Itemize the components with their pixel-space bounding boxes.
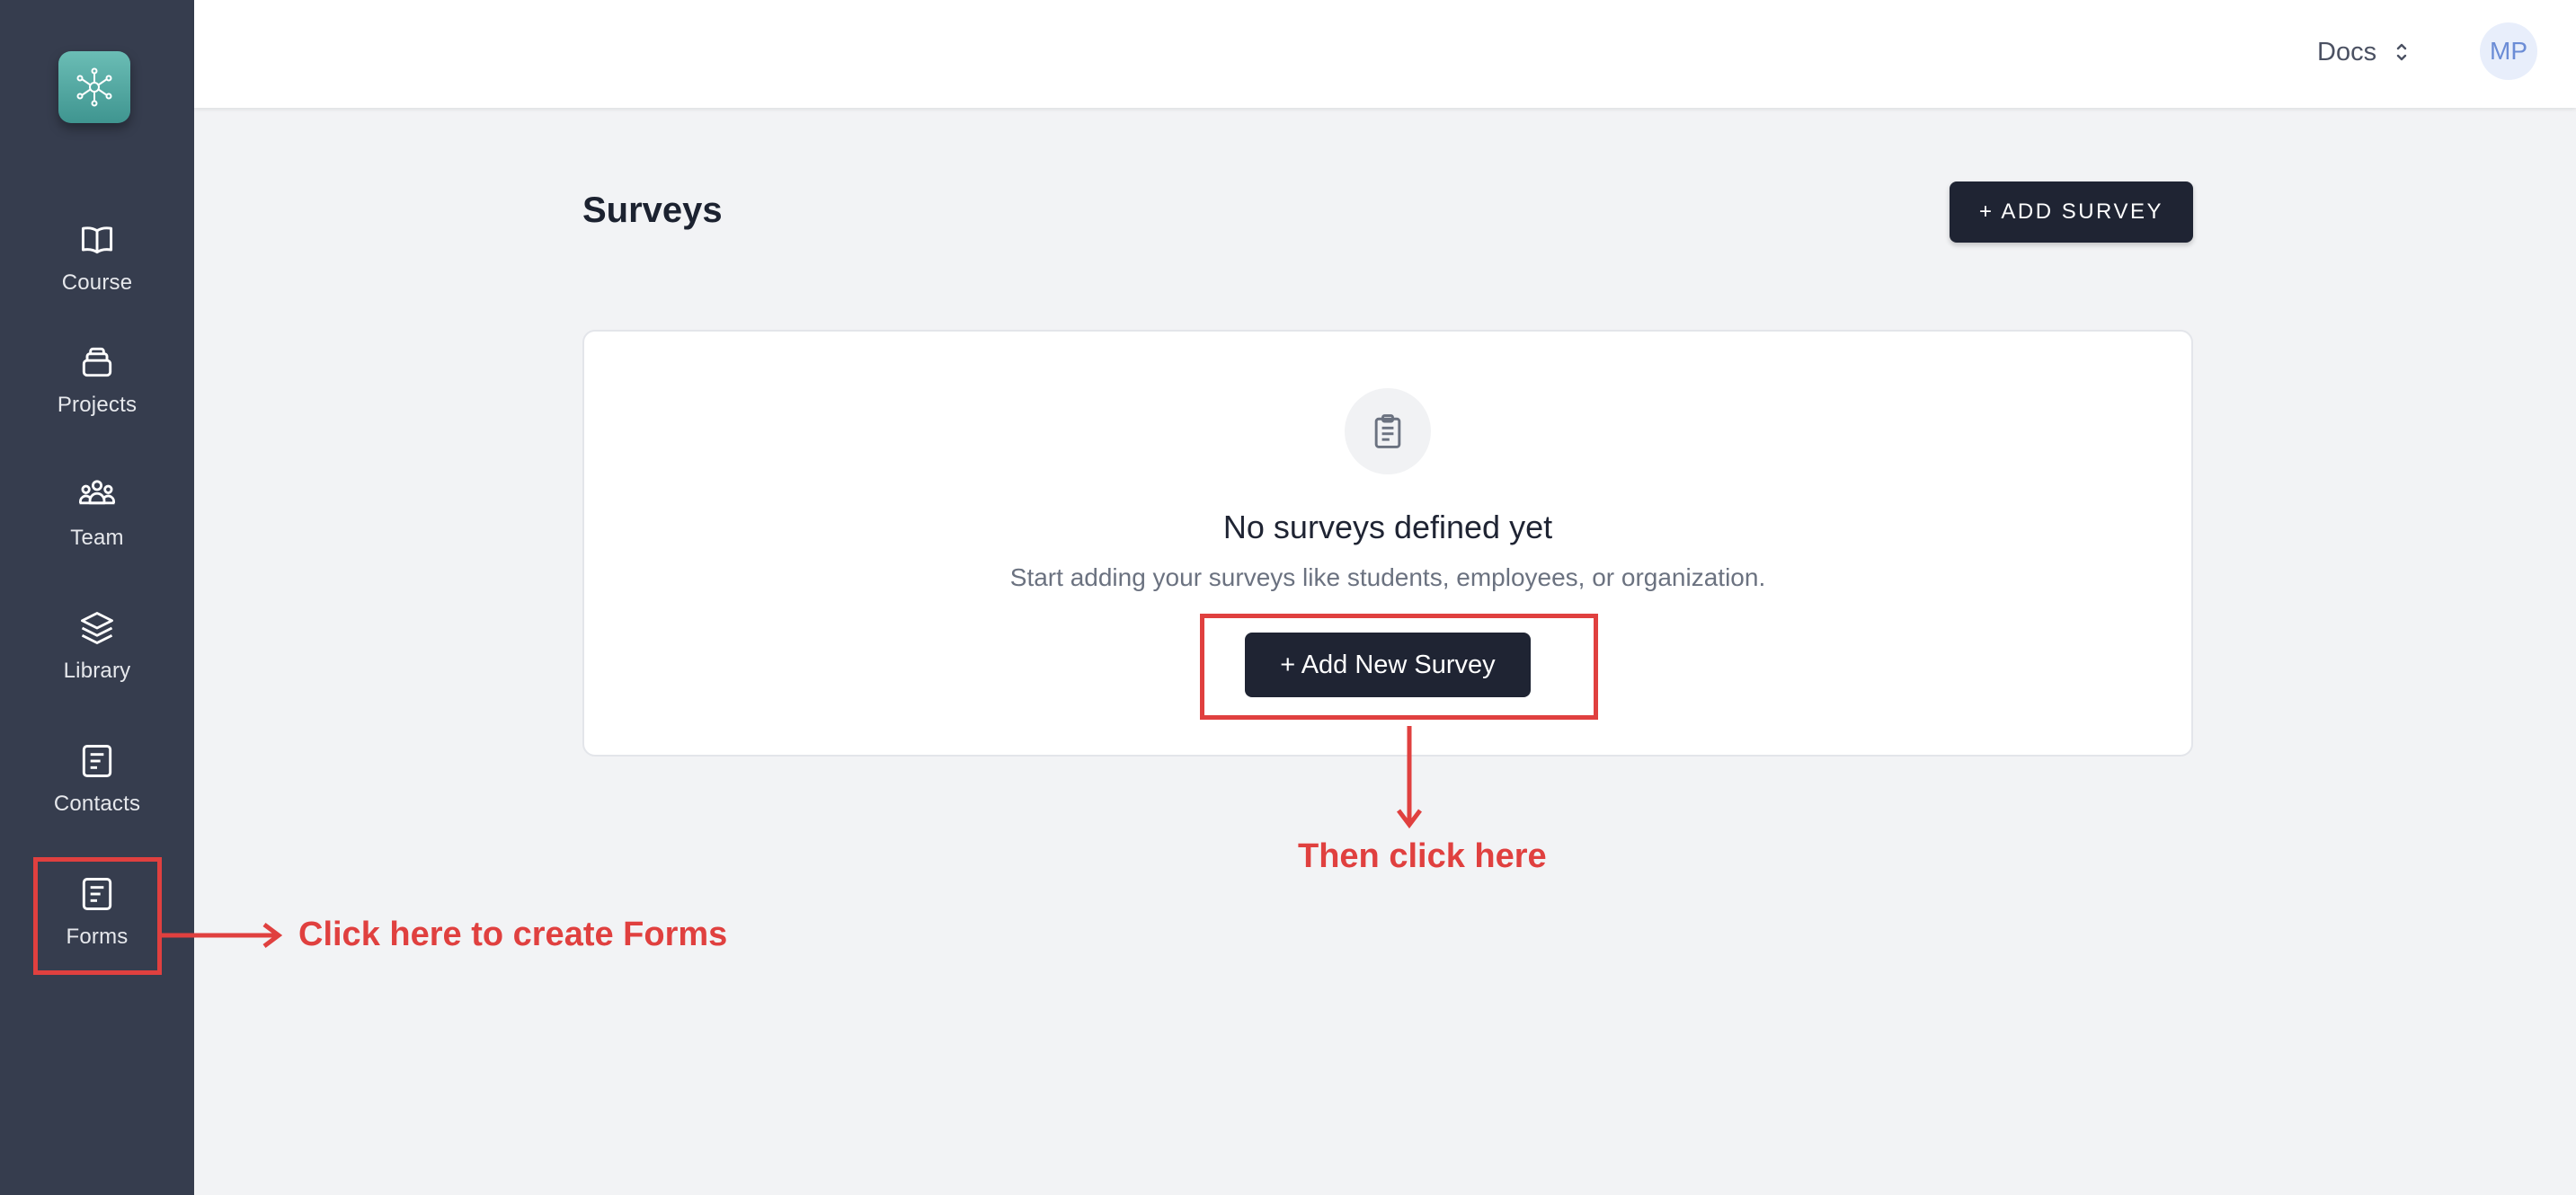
layers-icon [81, 612, 113, 644]
sidebar-item-projects[interactable]: Projects [0, 342, 194, 450]
docs-selector[interactable]: Docs [2317, 34, 2409, 70]
clipboard-icon [1374, 414, 1401, 448]
empty-state-icon-wrap [1345, 388, 1431, 474]
annotation-arrow-right [162, 923, 282, 948]
app-logo[interactable] [58, 51, 130, 123]
sidebar-item-contacts[interactable]: Contacts [0, 741, 194, 849]
top-header: Docs MP [194, 0, 2576, 108]
empty-state-subtitle: Start adding your surveys like students,… [1009, 563, 1766, 591]
annotation-arrow-down [1397, 726, 1422, 829]
avatar-initials: MP [2490, 37, 2527, 65]
add-survey-button[interactable]: + ADD SURVEY [1950, 181, 2193, 243]
network-logo-icon [76, 67, 112, 107]
chevron-up-down-icon [2396, 43, 2407, 61]
annotation-label: Then click here [1298, 837, 1547, 875]
sidebar-item-course[interactable]: Course [0, 220, 194, 328]
empty-state-title: No surveys defined yet [1222, 509, 1553, 545]
stack-box-icon [82, 347, 112, 377]
sidebar-item-label: Course [61, 270, 133, 295]
document-icon [82, 745, 112, 777]
sidebar-item-team[interactable]: Team [0, 475, 194, 583]
sidebar-item-label: Library [63, 659, 131, 683]
avatar[interactable]: MP [2480, 22, 2537, 80]
annotation-highlight-box [33, 857, 162, 975]
book-open-icon [81, 226, 113, 254]
page-title: Surveys [582, 190, 723, 230]
sidebar-item-label: Contacts [53, 792, 141, 816]
docs-label: Docs [2317, 37, 2377, 66]
sidebar: Course Projects Team Library Contacts Fo… [0, 0, 194, 1195]
sidebar-item-library[interactable]: Library [0, 608, 194, 716]
annotation-label: Click here to create Forms [298, 916, 728, 953]
sidebar-item-label: Projects [57, 393, 138, 417]
annotation-highlight-box [1200, 614, 1598, 720]
sidebar-item-label: Team [70, 526, 124, 550]
team-icon [79, 480, 115, 505]
